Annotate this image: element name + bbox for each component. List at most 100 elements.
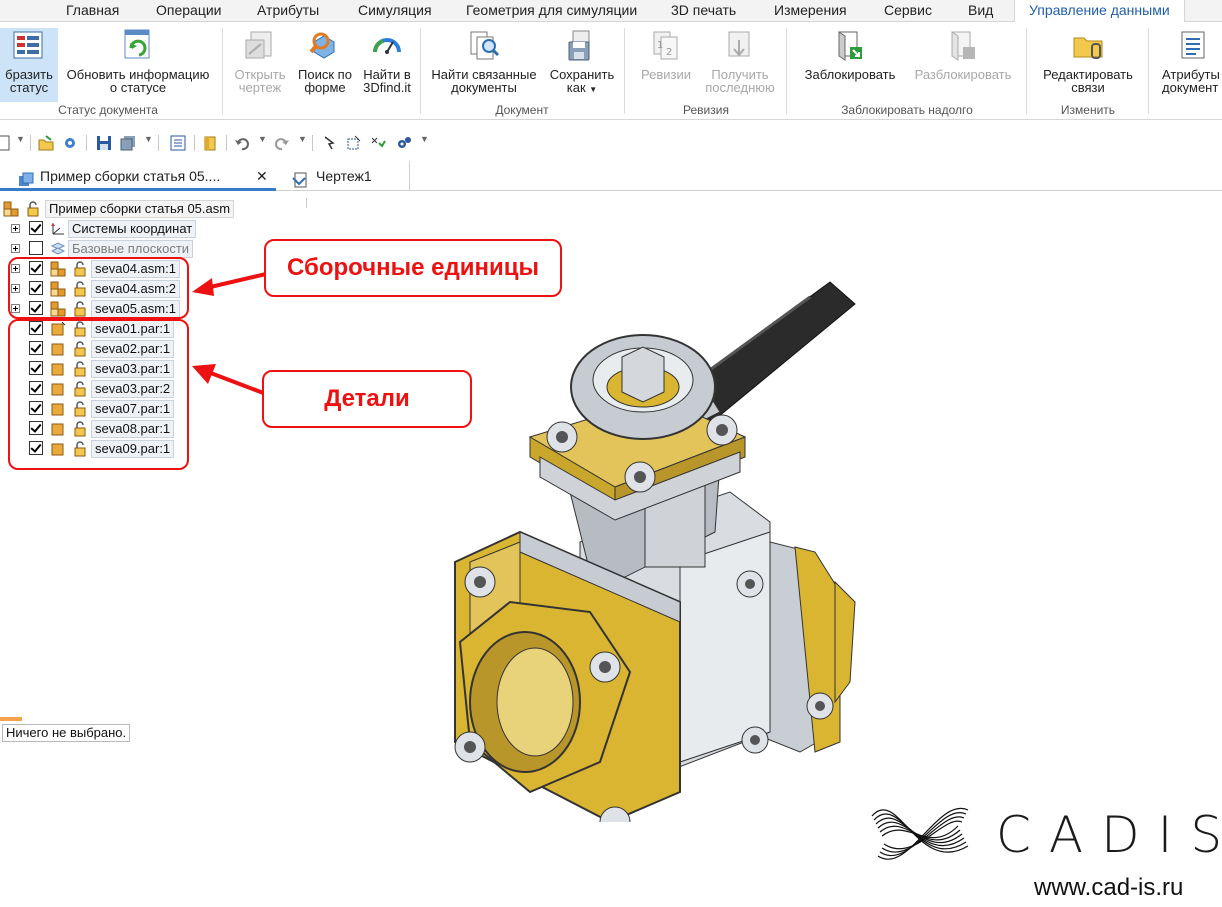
toolbar-divider — [30, 135, 31, 151]
document-attributes-button[interactable]: Атрибуты документ — [1158, 28, 1222, 94]
find-related-docs-button[interactable]: Найти связанные документы — [424, 28, 544, 94]
group-label-doc-status: Статус документа — [58, 103, 158, 117]
get-latest-button[interactable]: Получить последнюю — [700, 28, 780, 94]
unlock-button[interactable]: Разблокировать — [906, 28, 1020, 81]
menu-tab-data-management[interactable]: Управление данными — [1014, 0, 1185, 23]
menu-tab-home[interactable]: Главная — [66, 0, 119, 22]
revisions-button[interactable]: 12 Ревизии — [632, 28, 700, 81]
tab-drawing-label: Чертеж1 — [316, 168, 372, 184]
lock-icon — [25, 201, 41, 217]
menu-tab-simulation[interactable]: Симуляция — [358, 0, 432, 22]
coordinate-system-icon — [50, 221, 66, 237]
gears-icon[interactable] — [396, 135, 412, 151]
open-folder-icon[interactable] — [38, 135, 54, 151]
tree-root-label: Пример сборки статья 05.asm — [45, 200, 235, 218]
toolbar-divider — [312, 135, 313, 151]
document-attributes-icon — [1176, 28, 1210, 64]
group-label-revision: Ревизия — [683, 103, 729, 117]
show-status-button[interactable]: бразить статус — [0, 28, 58, 102]
arrow-to-parts-icon — [192, 364, 267, 396]
save-icon[interactable] — [96, 135, 112, 151]
document-folder-icon[interactable] — [202, 135, 218, 151]
svg-text:2: 2 — [666, 47, 672, 58]
properties-icon[interactable] — [170, 135, 186, 151]
menu-tab-simulation-geometry[interactable]: Геометрия для симуляции — [466, 0, 637, 22]
toolbar-divider — [226, 135, 227, 151]
group-label-document: Документ — [495, 103, 549, 117]
open-drawing-icon — [243, 28, 277, 64]
cadis-website[interactable]: www.cad-is.ru — [1034, 874, 1183, 902]
tree-node-label: Системы координат — [68, 220, 197, 238]
menu-tab-attributes[interactable]: Атрибуты — [257, 0, 319, 22]
group-divider — [222, 28, 223, 114]
toolbar-divider — [158, 135, 159, 151]
ribbon: бразить статус Обновить информацию о ста… — [0, 22, 1222, 120]
new-document-icon[interactable] — [0, 135, 12, 151]
quick-access-toolbar: ▼ ▼ ▼ ▼ ▼ — [0, 127, 450, 159]
group-divider — [1026, 28, 1027, 114]
tree-divider — [306, 198, 307, 208]
open-drawing-button[interactable]: Открыть чертеж — [228, 28, 292, 94]
expand-icon[interactable] — [11, 244, 20, 253]
3dfind-icon — [370, 28, 404, 64]
group-divider — [624, 28, 625, 114]
plane-icon — [50, 241, 66, 257]
chevron-down-icon[interactable]: ▼ — [144, 134, 153, 144]
assembly-icon — [3, 201, 19, 217]
menu-tab-3d-print[interactable]: 3D печать — [671, 0, 736, 22]
shape-search-button[interactable]: Поиск по форме — [294, 28, 356, 94]
open-recent-icon[interactable] — [62, 135, 78, 151]
visibility-checkbox[interactable] — [29, 221, 43, 235]
status-list-icon — [12, 28, 46, 64]
cadis-logo-text: CADIS — [996, 806, 1222, 864]
selection-status: Ничего не выбрано. — [2, 724, 131, 742]
group-divider — [1148, 28, 1149, 114]
save-as-button[interactable]: Сохранить как ▼ — [546, 28, 618, 96]
menu-tab-measure[interactable]: Измерения — [774, 0, 847, 22]
group-label-lock: Заблокировать надолго — [841, 103, 973, 117]
save-as-icon — [565, 28, 599, 64]
cadis-logo-mark — [871, 807, 969, 860]
update-status-button[interactable]: Обновить информацию о статусе — [60, 28, 216, 94]
toolbar-divider — [194, 135, 195, 151]
close-icon[interactable]: ✕ — [256, 161, 268, 191]
undo-icon[interactable] — [234, 135, 250, 151]
parts-highlight-box — [8, 319, 189, 470]
chevron-down-icon[interactable]: ▼ — [16, 134, 25, 144]
select-filter-icon[interactable] — [370, 135, 386, 151]
document-tabs: Пример сборки статья 05.... ✕ Чертеж1 — [0, 160, 1222, 191]
lock-button[interactable]: Заблокировать — [796, 28, 904, 81]
chevron-down-icon[interactable]: ▼ — [420, 134, 429, 144]
shape-search-icon — [308, 28, 342, 64]
select-box-icon[interactable] — [346, 135, 362, 151]
chevron-down-icon[interactable]: ▼ — [258, 134, 267, 144]
visibility-checkbox[interactable] — [29, 241, 43, 255]
unlock-icon — [946, 28, 980, 64]
svg-text:1: 1 — [657, 40, 663, 51]
selection-indicator — [0, 717, 22, 721]
select-tool-icon[interactable] — [322, 135, 338, 151]
find-3dfind-button[interactable]: Найти в 3Dfind.it — [358, 28, 416, 94]
tree-node-label: Базовые плоскости — [68, 240, 194, 258]
arrow-to-assemblies-icon — [192, 272, 267, 296]
redo-icon[interactable] — [274, 135, 290, 151]
tab-drawing-document[interactable]: Чертеж1 — [284, 161, 410, 191]
menu-tab-view[interactable]: Вид — [968, 0, 993, 22]
assembly-doc-icon — [18, 168, 34, 186]
refresh-status-icon — [121, 28, 155, 64]
tab-assembly-document[interactable]: Пример сборки статья 05.... ✕ — [0, 161, 276, 191]
find-related-icon — [467, 28, 501, 64]
menu-tab-service[interactable]: Сервис — [884, 0, 932, 22]
edit-links-button[interactable]: Редактировать связи — [1034, 28, 1142, 94]
model-viewport[interactable] — [430, 262, 860, 822]
save-all-icon[interactable] — [120, 135, 136, 151]
get-latest-icon — [723, 28, 757, 64]
menu-tab-operations[interactable]: Операции — [156, 0, 222, 22]
chevron-down-icon[interactable]: ▼ — [298, 134, 307, 144]
group-divider — [420, 28, 421, 114]
assemblies-highlight-box — [8, 257, 189, 319]
expand-icon[interactable] — [11, 224, 20, 233]
dropdown-arrow-icon: ▼ — [589, 85, 598, 94]
tab-assembly-label: Пример сборки статья 05.... — [40, 168, 221, 184]
folder-link-icon — [1071, 28, 1105, 64]
